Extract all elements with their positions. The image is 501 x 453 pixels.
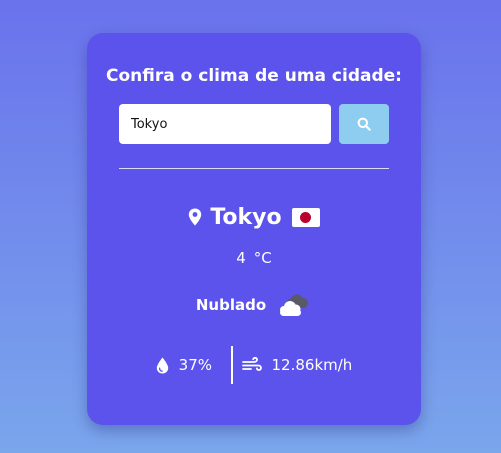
humidity: 37% xyxy=(156,356,231,374)
humidity-value: 37% xyxy=(178,356,213,374)
weather-description-row: Nublado xyxy=(87,290,421,320)
japan-flag-icon xyxy=(291,207,320,227)
search-icon xyxy=(357,117,371,131)
cloud-icon xyxy=(274,291,312,319)
temperature-value: 4 xyxy=(236,249,246,267)
weather-description: Nublado xyxy=(195,296,267,314)
wind-value: 12.86km/h xyxy=(271,356,353,374)
wind: 12.86km/h xyxy=(233,356,353,374)
weather-card: Confira o clima de uma cidade: Tokyo 4 °C xyxy=(87,33,421,425)
weather-details: 37% 12.86km/h xyxy=(87,345,421,385)
search-button[interactable] xyxy=(339,104,389,144)
card-heading: Confira o clima de uma cidade: xyxy=(106,66,402,86)
city-row: Tokyo xyxy=(87,201,421,233)
map-pin-icon xyxy=(188,208,202,226)
city-name: Tokyo xyxy=(210,204,282,230)
city-search-input[interactable] xyxy=(119,104,331,144)
search-form xyxy=(119,104,389,144)
droplet-icon xyxy=(156,357,169,374)
temperature-unit: °C xyxy=(253,249,272,267)
divider xyxy=(119,168,389,169)
wind-icon xyxy=(241,357,262,373)
temperature: 4 °C xyxy=(87,249,421,267)
